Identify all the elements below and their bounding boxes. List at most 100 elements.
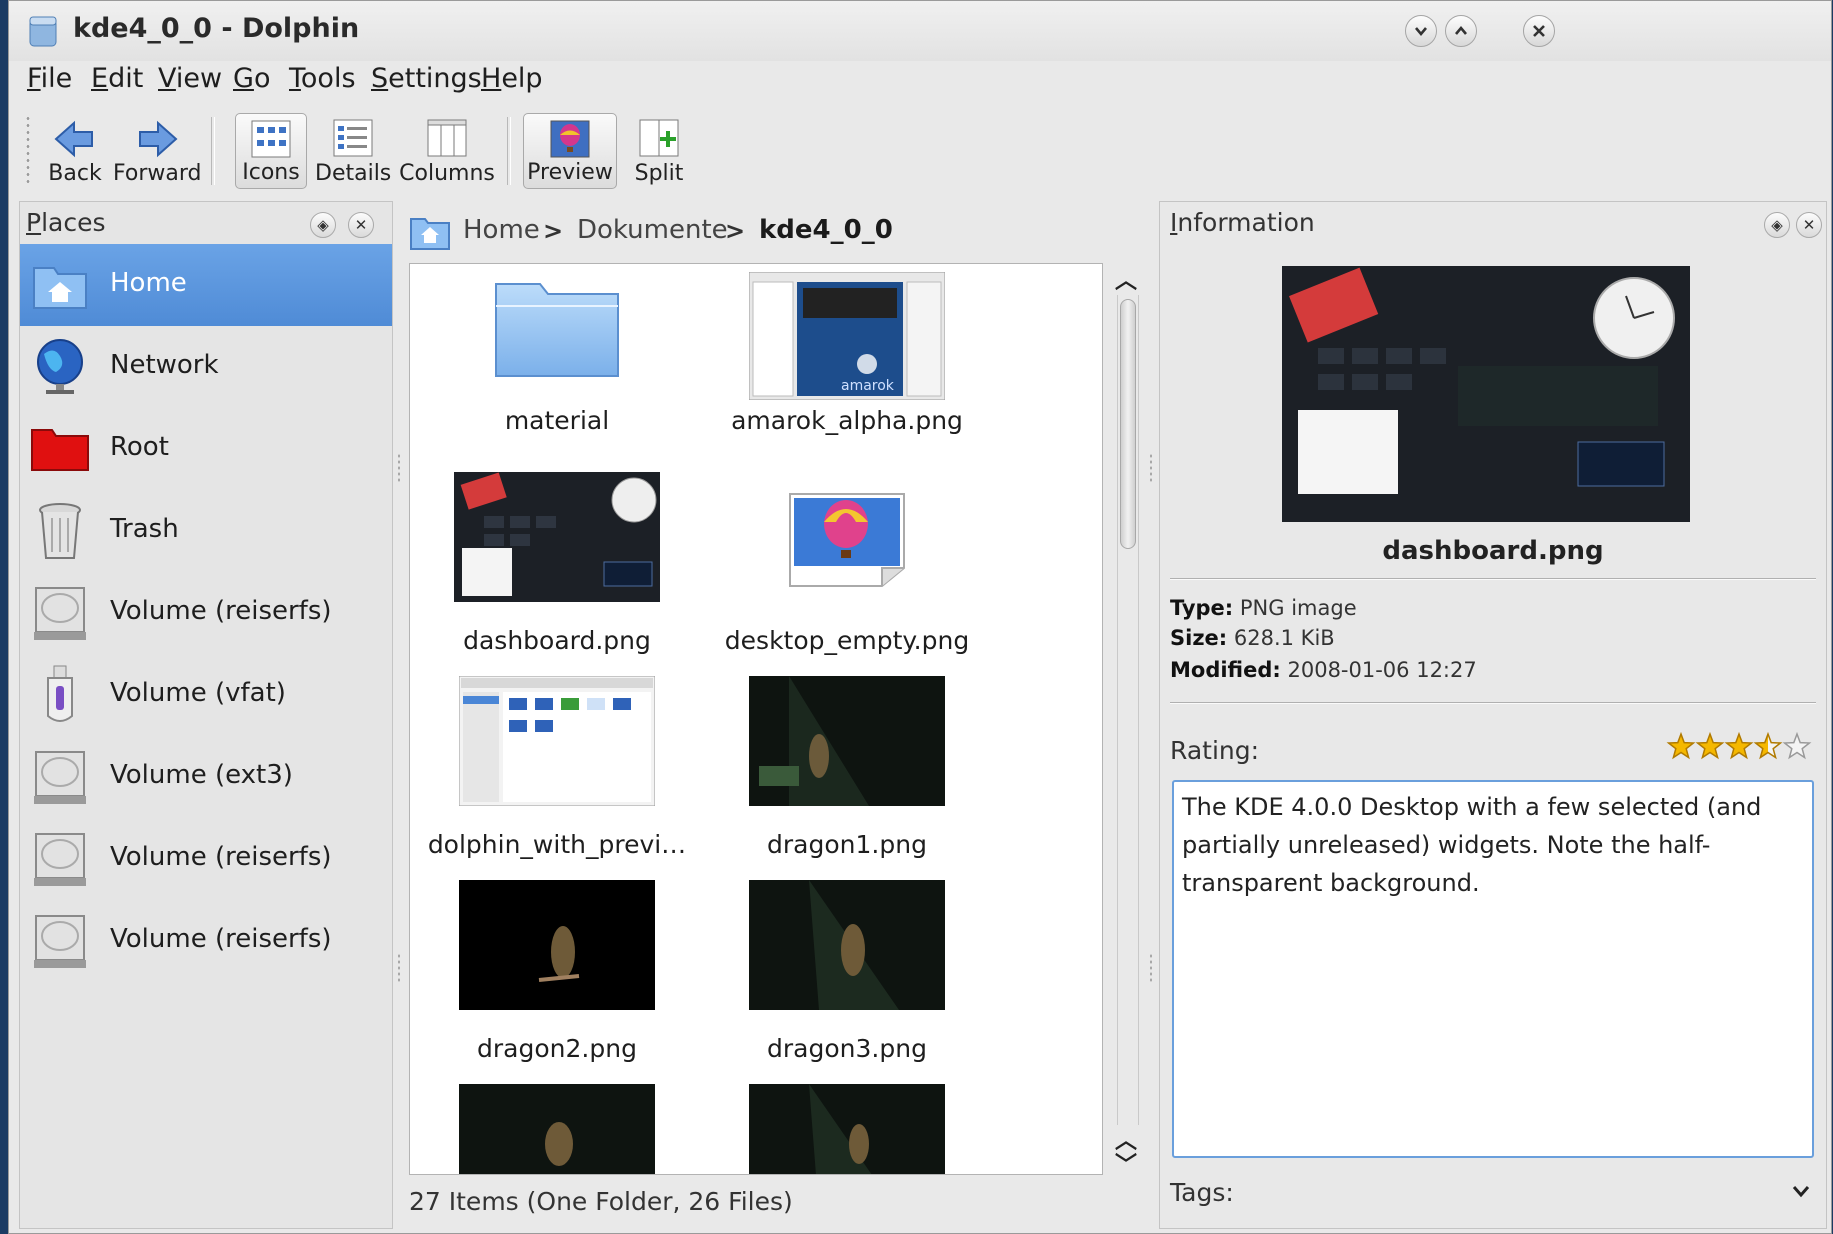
place-item-volume-reiserfs[interactable]: Volume (reiserfs)	[20, 572, 392, 654]
splitter-handle[interactable]	[397, 453, 401, 483]
columns-view-button[interactable]: Columns	[399, 113, 495, 189]
toolbar-separator	[211, 117, 215, 185]
hard-drive-icon	[34, 587, 86, 640]
star-icon[interactable]	[1666, 732, 1696, 760]
toolbar-grip[interactable]	[25, 115, 31, 185]
minimize-button[interactable]	[1405, 15, 1437, 47]
place-item-home[interactable]: Home	[20, 244, 392, 326]
file-item-amarok-alpha[interactable]: amarok amarok_alpha.png	[702, 268, 992, 468]
split-view-button[interactable]: Split	[627, 113, 691, 189]
close-icon	[1533, 25, 1545, 37]
file-item-dolphin-with-preview[interactable]: dolphin_with_previ…	[412, 676, 702, 876]
menu-bar: File Edit View Go Tools Settings Help	[9, 61, 1831, 103]
place-item-root[interactable]: Root	[20, 408, 392, 490]
dolphin-app-icon	[29, 16, 57, 47]
breadcrumb-home[interactable]: Home	[463, 215, 540, 245]
star-icon[interactable]	[1753, 732, 1783, 760]
chevron-up-icon[interactable]: ︿	[1115, 263, 1137, 295]
star-icon[interactable]	[1782, 732, 1812, 760]
information-file-name: dashboard.png	[1382, 536, 1604, 566]
menu-settings[interactable]: Settings	[371, 63, 482, 94]
float-icon: ◈	[317, 216, 329, 234]
file-item-dashboard[interactable]: dashboard.png	[412, 472, 702, 672]
file-item-dragon3[interactable]: dragon3.png	[702, 880, 992, 1080]
information-float-button[interactable]: ◈	[1764, 212, 1790, 238]
star-icon[interactable]	[1695, 732, 1725, 760]
breadcrumb-dokumente[interactable]: Dokumente	[577, 215, 728, 245]
dolphin-window: kde4_0_0 - Dolphin File Edit View Go Too…	[8, 0, 1832, 1234]
float-icon: ◈	[1771, 216, 1783, 234]
details-view-button[interactable]: Details	[315, 113, 391, 189]
information-title: Information	[1170, 208, 1315, 237]
meta-size: Size: 628.1 KiB	[1170, 626, 1335, 650]
splitter-handle[interactable]	[397, 953, 401, 983]
file-view[interactable]: material amarok amarok_alpha.png dashboa…	[409, 263, 1103, 1175]
chevron-right-icon[interactable]: >	[725, 217, 745, 245]
close-window-button[interactable]	[1523, 15, 1555, 47]
preview-balloon-icon	[550, 120, 590, 158]
file-item-material[interactable]: material	[412, 268, 702, 468]
places-close-button[interactable]: ✕	[348, 212, 374, 238]
arrow-right-icon	[139, 120, 178, 158]
star-icon[interactable]	[1724, 732, 1754, 760]
menu-view[interactable]: View	[158, 63, 222, 94]
splitter-handle[interactable]	[1149, 453, 1153, 483]
menu-go[interactable]: Go	[233, 63, 270, 94]
home-folder-icon[interactable]	[409, 213, 451, 251]
preview-toggle-button[interactable]: Preview	[523, 113, 617, 189]
balloon-image-icon	[789, 493, 905, 587]
window-title: kde4_0_0 - Dolphin	[73, 13, 360, 44]
chevron-right-icon[interactable]: >	[543, 217, 563, 245]
status-bar-text: 27 Items (One Folder, 26 Files)	[409, 1187, 793, 1216]
menu-edit[interactable]: Edit	[91, 63, 143, 94]
chevron-up-icon	[1455, 25, 1467, 35]
rating-stars[interactable]	[1666, 732, 1816, 762]
file-item-dragon1[interactable]: dragon1.png	[702, 676, 992, 876]
maximize-button[interactable]	[1445, 15, 1477, 47]
file-item-desktop-empty[interactable]: desktop_empty.png	[702, 472, 992, 672]
places-float-button[interactable]: ◈	[310, 212, 336, 238]
hard-drive-icon	[34, 751, 86, 804]
place-item-trash[interactable]: Trash	[20, 490, 392, 572]
breadcrumb-current[interactable]: kde4_0_0	[759, 215, 893, 245]
dragon-image-thumbnail	[459, 1084, 655, 1174]
place-item-volume-reiserfs-2[interactable]: Volume (reiserfs)	[20, 818, 392, 900]
menu-file[interactable]: File	[27, 63, 72, 94]
hard-drive-icon	[34, 915, 86, 968]
information-close-button[interactable]: ✕	[1796, 212, 1822, 238]
dragon-image-thumbnail	[459, 880, 655, 1010]
dragon-image-thumbnail	[749, 676, 945, 806]
rating-label: Rating:	[1170, 736, 1260, 765]
file-item-dragon[interactable]	[702, 1084, 992, 1174]
toolbar-separator	[507, 117, 511, 185]
places-header: Places ◈ ✕	[20, 202, 392, 244]
place-item-volume-ext3[interactable]: Volume (ext3)	[20, 736, 392, 818]
svg-text:amarok: amarok	[841, 378, 895, 394]
file-view-scrollbar[interactable]: ︿ ︿ ﹀	[1109, 263, 1143, 1178]
chevron-down-icon[interactable]: ﹀	[1115, 1147, 1137, 1179]
icons-view-icon	[251, 120, 291, 158]
trash-icon	[39, 503, 81, 559]
scrollbar-track[interactable]	[1117, 295, 1139, 1125]
icons-view-button[interactable]: Icons	[235, 113, 307, 189]
usb-stick-icon	[47, 665, 73, 722]
back-button[interactable]: Back	[39, 113, 111, 189]
screenshot-thumbnail	[459, 676, 655, 806]
meta-modified: Modified: 2008-01-06 12:27	[1170, 658, 1477, 682]
file-item-dragon2[interactable]: dragon2.png	[412, 880, 702, 1080]
title-bar[interactable]: kde4_0_0 - Dolphin	[9, 1, 1831, 61]
close-icon: ✕	[354, 216, 368, 234]
place-item-network[interactable]: Network	[20, 326, 392, 408]
place-item-volume-reiserfs-3[interactable]: Volume (reiserfs)	[20, 900, 392, 982]
chevron-down-icon	[1415, 27, 1427, 37]
forward-button[interactable]: Forward	[113, 113, 201, 189]
menu-help[interactable]: Help	[481, 63, 543, 94]
place-item-volume-vfat[interactable]: Volume (vfat)	[20, 654, 392, 736]
comment-textarea[interactable]: The KDE 4.0.0 Desktop with a few selecte…	[1172, 780, 1814, 1158]
scrollbar-thumb[interactable]	[1120, 299, 1136, 549]
splitter-handle[interactable]	[1149, 953, 1153, 983]
details-view-icon	[333, 119, 373, 157]
menu-tools[interactable]: Tools	[289, 63, 356, 94]
chevron-down-icon[interactable]	[1790, 1180, 1812, 1202]
file-item-dragon[interactable]	[412, 1084, 702, 1174]
